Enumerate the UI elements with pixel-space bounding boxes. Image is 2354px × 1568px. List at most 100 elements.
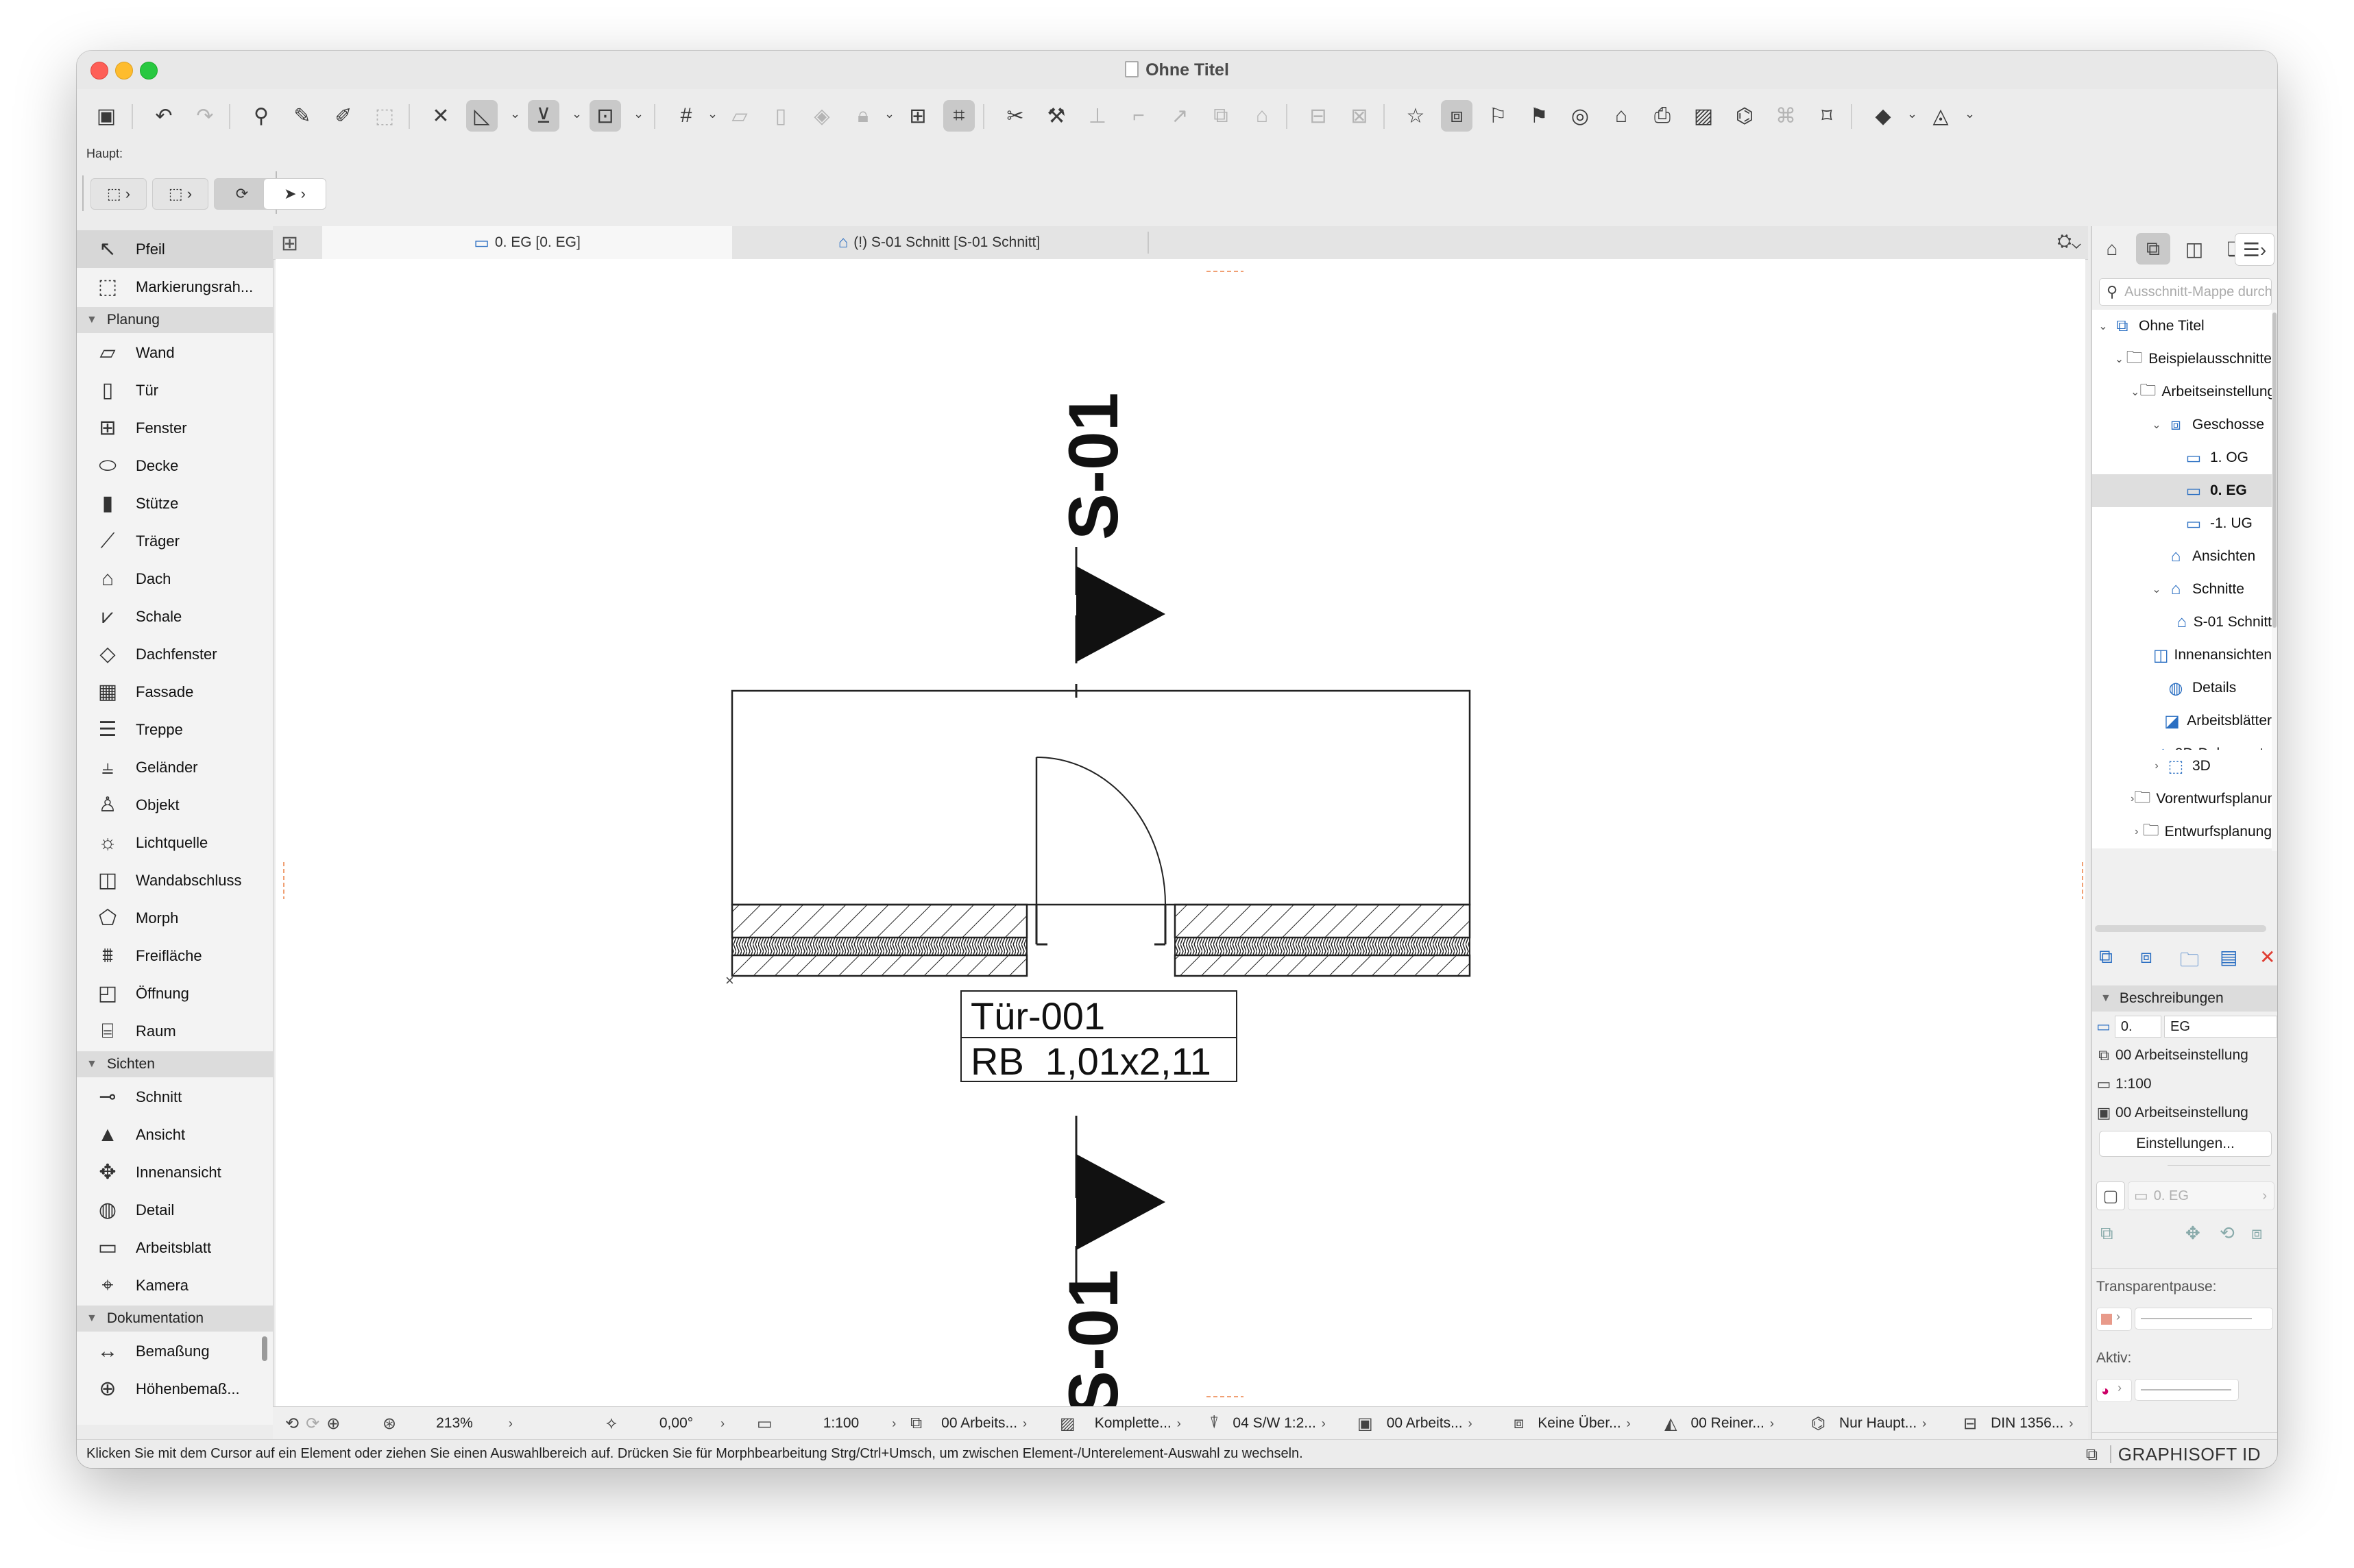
trace-opacity-slider[interactable] — [2135, 1308, 2273, 1330]
tree-scrollbar-thumb[interactable] — [2272, 313, 2277, 628]
tree-item[interactable]: ⌄ ⧈ Geschosse — [2092, 408, 2272, 441]
view-reference-field[interactable]: ▭ 0. EG › — [2128, 1181, 2274, 1210]
project-map-icon[interactable]: ⌂ — [2095, 233, 2129, 265]
grid-snap-icon[interactable]: # — [670, 100, 702, 132]
fillet-icon[interactable]: ↗ — [1164, 100, 1196, 132]
selection-bounds-icon[interactable]: ⌗ — [943, 100, 975, 132]
view-map-icon[interactable]: ⧉ — [2136, 233, 2170, 265]
settings-button[interactable]: Einstellungen... — [2099, 1131, 2272, 1157]
trim-icon[interactable]: ⊥ — [1082, 100, 1113, 132]
trace-reference-button[interactable]: ▢ — [2096, 1181, 2125, 1210]
wall-right-insulation[interactable] — [1174, 937, 1470, 956]
chevron-down-icon[interactable]: ⌄ — [1965, 107, 1975, 121]
tool-fassade[interactable]: ▦ Fassade — [77, 673, 273, 711]
grid-view-icon[interactable]: ⊞ — [281, 232, 298, 256]
building-material-icon[interactable]: ⌂ — [1605, 100, 1637, 132]
tab-section[interactable]: ⌂ (!) S-01 Schnitt [S-01 Schnitt] — [733, 226, 1145, 259]
chevron-down-icon[interactable]: ⌄ — [707, 107, 718, 121]
flag-icon[interactable]: ⚐ — [1482, 100, 1514, 132]
tool-treppe[interactable]: ☰ Treppe — [77, 711, 273, 748]
favorites-icon[interactable]: ☆ — [1400, 100, 1431, 132]
tool-pfeil[interactable]: ↖ Pfeil — [77, 230, 273, 268]
tab-floor-plan[interactable]: ▭ 0. EG [0. EG] — [322, 226, 732, 259]
layer-combo-row[interactable]: ⧉ 00 Arbeitseinstellung — [2092, 1042, 2277, 1069]
properties-header[interactable]: ▼ Beschreibungen — [2092, 985, 2277, 1012]
tool-kamera[interactable]: ⌖ Kamera — [77, 1266, 273, 1304]
magic-wand-icon[interactable]: ⚒ — [1041, 100, 1072, 132]
offset-icon[interactable]: ⧉ — [1205, 100, 1237, 132]
syringe-icon[interactable]: ✐ — [328, 100, 359, 132]
tree-hscrollbar[interactable] — [2095, 925, 2266, 932]
issue-icon[interactable]: ⚑ — [1523, 100, 1555, 132]
edit-plane-icon[interactable]: ▯ — [765, 100, 797, 132]
group-sichten[interactable]: ▼ Sichten — [77, 1051, 273, 1077]
scale-row[interactable]: ▭ 1:100 — [2092, 1070, 2277, 1098]
zoom-in-icon[interactable]: ⊕ — [326, 1414, 340, 1434]
navigator-menu-button[interactable]: ☰› — [2235, 233, 2274, 266]
chevron-down-icon[interactable]: ⌄ — [2131, 385, 2139, 399]
snap-guide-icon[interactable]: ⊻ — [528, 100, 559, 132]
image-icon[interactable]: ▨ — [1688, 100, 1719, 132]
tool-dach[interactable]: ⌂ Dach — [77, 560, 273, 598]
plane-icon[interactable]: ▱ — [724, 100, 755, 132]
guide-line-icon[interactable]: ◺ — [466, 100, 498, 132]
new-view-icon[interactable]: ⧉ — [2099, 946, 2113, 968]
adjust-icon[interactable]: ⌂ — [1246, 100, 1278, 132]
properties-icon[interactable]: ▤ — [2220, 946, 2237, 968]
tool-arbeitsblatt[interactable]: ▭ Arbeitsblatt — [77, 1229, 273, 1266]
tree-item[interactable]: ⌄ 🗀︎ Arbeitseinstellung — [2092, 376, 2272, 408]
zoom-controls[interactable]: ⟲ ⟳ ⊕ — [285, 1412, 347, 1434]
chevron-down-icon[interactable]: ⌄ — [633, 107, 644, 121]
tool-objekt[interactable]: ♙ Objekt — [77, 786, 273, 824]
rotate-view-icon[interactable]: ⟲ — [285, 1414, 299, 1434]
marquee-type-button[interactable]: ⬚ › — [152, 178, 208, 210]
tree-item[interactable]: ◪ Arbeitsblätter — [2092, 705, 2272, 737]
room-outline[interactable] — [731, 689, 1471, 906]
tool-tuer[interactable]: ▯ Tür — [77, 371, 273, 409]
tool-dachfenster[interactable]: ◇ Dachfenster — [77, 635, 273, 673]
tool-bemassung[interactable]: ↔ Bemaßung — [77, 1332, 273, 1370]
tool-freiflaeche[interactable]: ⩩ Freifläche — [77, 937, 273, 975]
palette-scrollbar[interactable] — [262, 1336, 267, 1361]
scale-selector[interactable]: ▭ 1:100 › — [757, 1412, 896, 1434]
tree-item[interactable]: ⌄ ⧉ Ohne Titel — [2092, 310, 2272, 343]
model-view-row[interactable]: ▣ 00 Arbeitseinstellung — [2092, 1099, 2277, 1127]
chevron-right-icon[interactable]: › — [2131, 826, 2143, 838]
clone-view-icon[interactable]: ⧈ — [2140, 946, 2152, 968]
tool-decke[interactable]: ⬭ Decke — [77, 447, 273, 485]
chevron-down-icon[interactable]: ⌄ — [510, 107, 520, 121]
3d-view-icon[interactable]: ◆ — [1867, 100, 1899, 132]
chevron-down-icon[interactable]: ⌄ — [1907, 107, 1917, 121]
tree-item[interactable]: ⌂ Ansichten — [2092, 540, 2272, 573]
wall-right-finish[interactable] — [1174, 954, 1471, 977]
snap-points-icon[interactable]: ⊡ — [590, 100, 621, 132]
tag-icon[interactable]: ⌑ — [1811, 100, 1843, 132]
tool-markierungsrahmen[interactable]: ⬚ Markierungsrah... — [77, 268, 273, 306]
rotate-icon[interactable]: ⟲ — [2220, 1223, 2235, 1244]
delete-icon[interactable]: ✕ — [2259, 946, 2275, 968]
chevron-down-icon[interactable]: ⌄ — [2148, 583, 2165, 596]
tree-item[interactable]: ⌂ S-01 Schnitt — [2092, 606, 2272, 639]
tool-stuetze[interactable]: ▮ Stütze — [77, 485, 273, 522]
pick-up-icon[interactable]: ⚲ — [245, 100, 277, 132]
redraw-icon[interactable]: ⟳ — [306, 1414, 319, 1434]
view-map-tree-tail[interactable]: › ⬚ 3D › 🗀︎ Vorentwurfsplanung › 🗀︎ Entwurfspl… — [2092, 750, 2272, 848]
transfer-icon[interactable]: ⬚ — [369, 100, 400, 132]
scissors-icon[interactable]: ✂ — [999, 100, 1031, 132]
tree-item[interactable]: ◍ Details — [2092, 672, 2272, 705]
dimension-standard[interactable]: ⊟ DIN 1356... › — [1963, 1412, 2073, 1434]
library-icon[interactable]: ⌬ — [1729, 100, 1760, 132]
graphic-override-icon[interactable]: ◬ — [1925, 100, 1956, 132]
tool-detail[interactable]: ◍ Detail — [77, 1191, 273, 1229]
tree-item[interactable]: › ⬚ 3D — [2092, 750, 2272, 783]
tool-lichtquelle[interactable]: ☼ Lichtquelle — [77, 824, 273, 861]
tree-item[interactable]: › 🗀︎ Entwurfsplanung — [2092, 816, 2272, 848]
layout-book-icon[interactable]: ◫ — [2177, 233, 2211, 265]
chevron-down-icon[interactable]: ⌄ — [572, 107, 582, 121]
tool-wand[interactable]: ▱ Wand — [77, 334, 273, 371]
tool-traeger[interactable]: ⟋ Träger — [77, 522, 273, 560]
chevron-down-icon[interactable]: ⌄ — [2113, 352, 2126, 366]
tree-item-selected[interactable]: ▭ 0. EG — [2092, 474, 2272, 507]
new-folder-icon[interactable]: 🗀︎ — [2180, 946, 2199, 979]
redo-icon[interactable]: ↷ — [189, 100, 221, 132]
